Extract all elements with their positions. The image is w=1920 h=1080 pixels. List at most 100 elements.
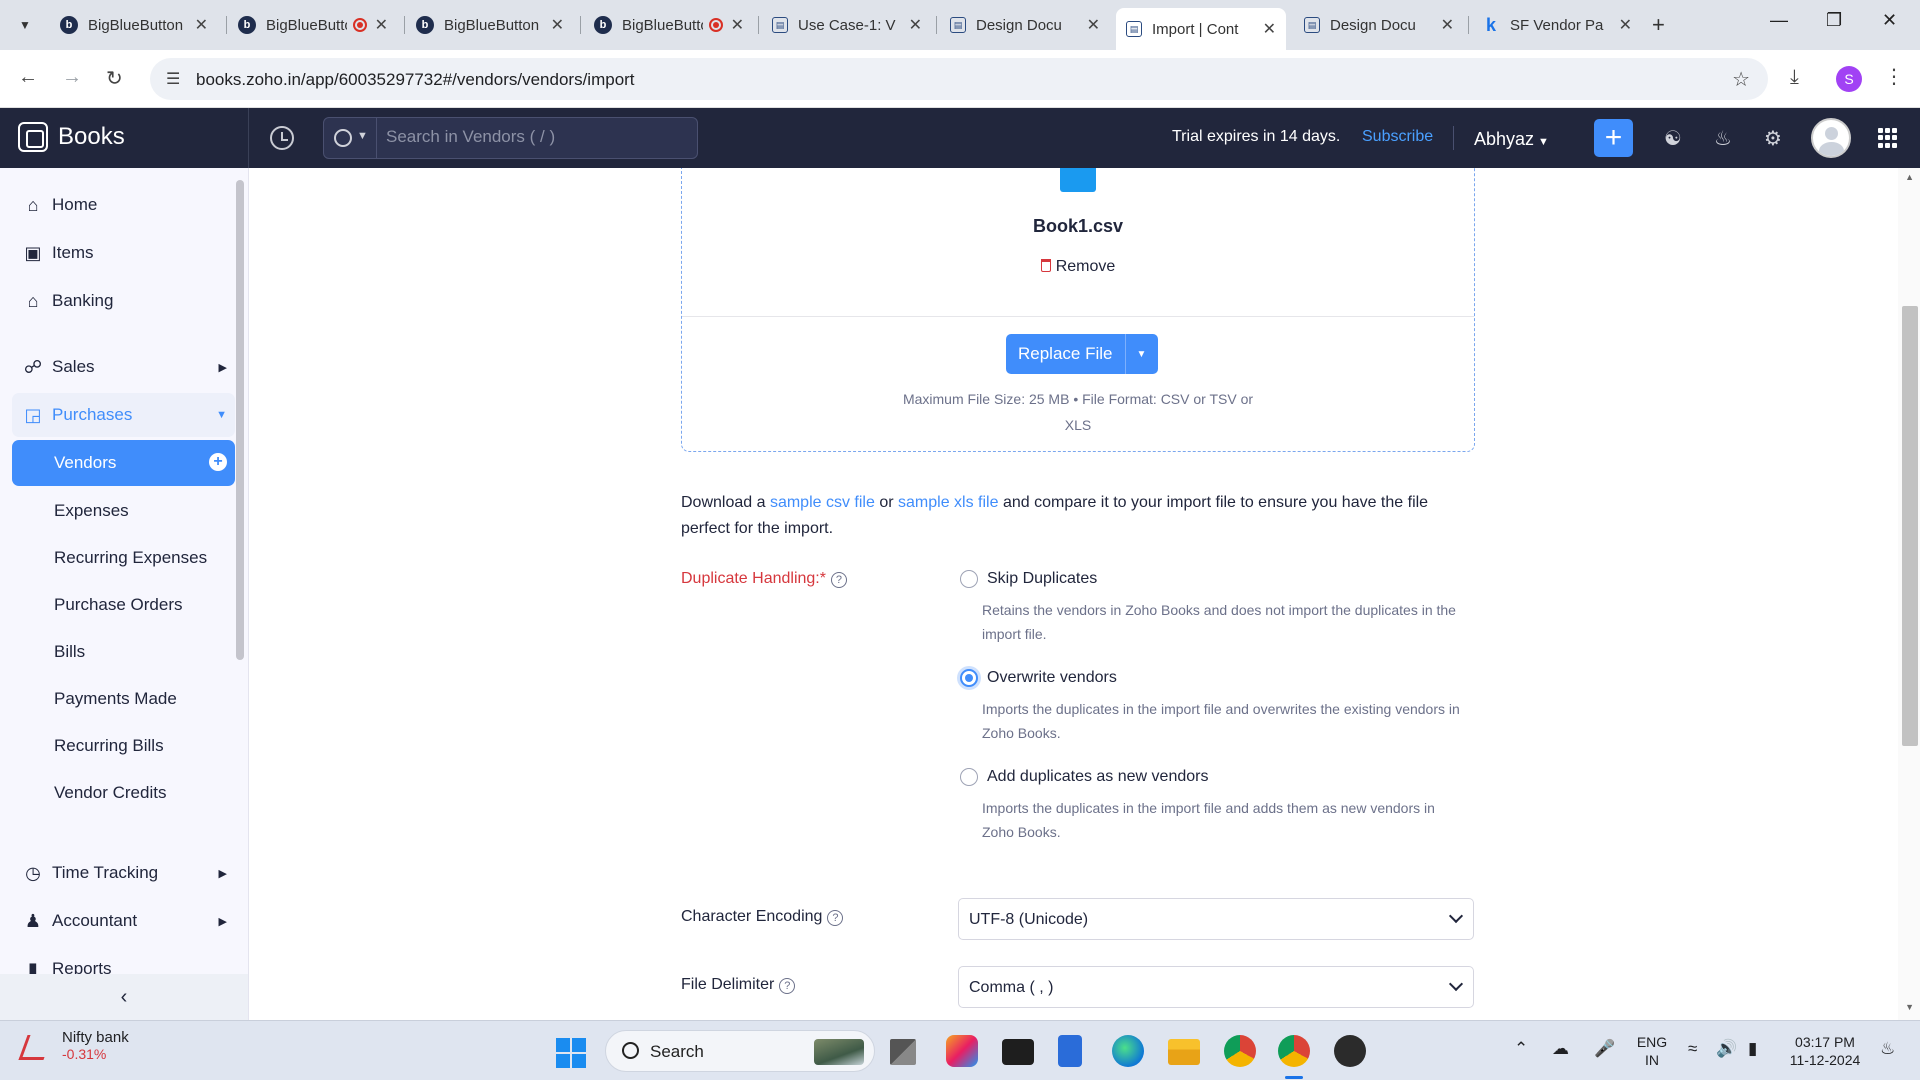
browser-tab[interactable]: ▤ Design Docu ✕ [1294,8,1464,42]
volume-icon[interactable]: 🔊 [1716,1039,1737,1059]
close-tab-icon[interactable]: ✕ [1441,15,1454,35]
stock-ticker-widget[interactable]: Nifty bank -0.31% [20,1029,129,1062]
sidebar-item-accountant[interactable]: ♟ Accountant ▶ [12,899,235,943]
sidebar-item-time-tracking[interactable]: ◷ Time Tracking ▶ [12,851,235,895]
sidebar-item-payments-made[interactable]: Payments Made [54,689,177,709]
reload-icon[interactable]: ↻ [106,66,123,91]
tab-search-chevron-icon[interactable]: ▼ [12,12,38,38]
radio-button[interactable] [960,570,978,588]
show-hidden-icons-chevron[interactable]: ⌃ [1514,1039,1528,1059]
terminal-icon[interactable] [1002,1039,1034,1065]
close-tab-icon[interactable]: ✕ [195,15,208,35]
replace-file-dropdown-icon[interactable]: ▼ [1124,334,1158,374]
wifi-icon[interactable]: ≈ [1688,1039,1697,1059]
gear-icon[interactable]: ⚙ [1764,126,1782,151]
forward-arrow-icon[interactable]: → [62,66,82,89]
browser-tab[interactable]: b BigBlueButton ✕ [406,8,574,42]
recent-history-icon[interactable] [270,126,294,150]
windows-start-icon[interactable] [556,1038,586,1068]
replace-file-button[interactable]: Replace File [1006,334,1125,374]
close-tab-icon[interactable]: ✕ [731,15,744,35]
help-icon[interactable]: ? [827,910,844,926]
sidebar-item-items[interactable]: ▣ Items [12,231,235,275]
chrome-active-icon[interactable] [1278,1035,1310,1067]
notifications-bell-icon[interactable]: ♨ [1880,1039,1895,1059]
add-vendor-plus-icon[interactable]: + [209,453,227,471]
restore-window-icon[interactable]: ❐ [1826,10,1842,31]
onedrive-icon[interactable]: ☁ [1552,1039,1569,1059]
bell-icon[interactable]: ♨ [1714,126,1732,151]
file-delimiter-select[interactable]: Comma ( , ) [958,966,1474,1008]
battery-icon[interactable]: ▮ [1748,1039,1757,1059]
taskbar-search[interactable]: Search [605,1030,875,1072]
sidebar-collapse-button[interactable]: ‹ [0,974,248,1020]
radio-skip-duplicates[interactable]: Skip Duplicates [960,570,1097,588]
file-explorer-icon[interactable] [1168,1039,1200,1065]
radio-add-duplicates[interactable]: Add duplicates as new vendors [960,768,1208,786]
subscribe-link[interactable]: Subscribe [1362,128,1433,146]
radio-button[interactable] [960,768,978,786]
character-encoding-select[interactable]: UTF-8 (Unicode) [958,898,1474,940]
copilot-icon[interactable] [946,1035,978,1067]
remove-file-button[interactable]: Remove [682,258,1474,276]
address-bar[interactable]: ☰ books.zoho.in/app/60035297732#/vendors… [150,58,1768,100]
scroll-down-arrow-icon[interactable]: ▼ [1905,1002,1914,1012]
search-input[interactable] [386,127,686,147]
sidebar-item-expenses[interactable]: Expenses [54,501,129,521]
radio-button-checked[interactable] [960,669,978,687]
apps-grid-icon[interactable] [1878,128,1898,148]
brand-logo[interactable]: Books [18,122,125,152]
back-arrow-icon[interactable]: ← [18,66,38,89]
close-tab-icon[interactable]: ✕ [909,15,922,35]
global-search[interactable]: ▼ [323,117,698,159]
file-dropzone[interactable]: Book1.csv Remove Replace File ▼ Maximum … [681,168,1475,452]
chevron-down-icon[interactable]: ▼ [357,130,368,142]
url-text[interactable]: books.zoho.in/app/60035297732#/vendors/v… [196,70,635,90]
clock-date[interactable]: 03:17 PM 11-12-2024 [1782,1033,1868,1069]
browser-tab[interactable]: ▤ Design Docu ✕ [940,8,1110,42]
sidebar-item-bills[interactable]: Bills [54,642,85,662]
main-scrollbar[interactable]: ▲ ▼ [1898,168,1920,1020]
sidebar-item-purchases[interactable]: ◲ Purchases ▼ [12,393,235,437]
radio-overwrite-vendors[interactable]: Overwrite vendors [960,669,1117,687]
obs-icon[interactable] [1334,1035,1366,1067]
browser-tab[interactable]: b BigBlueButton ✕ [584,8,754,42]
bookmark-star-icon[interactable]: ☆ [1732,67,1750,92]
microphone-icon[interactable]: 🎤 [1594,1039,1615,1059]
sidebar-item-vendor-credits[interactable]: Vendor Credits [54,783,166,803]
language-indicator[interactable]: ENG IN [1634,1033,1670,1069]
user-avatar[interactable] [1811,118,1851,158]
minimize-window-icon[interactable]: — [1770,10,1788,31]
sample-csv-link[interactable]: sample csv file [770,494,875,511]
quick-create-button[interactable]: + [1594,119,1633,157]
help-icon[interactable]: ? [830,572,847,588]
notepad-icon[interactable] [1058,1035,1082,1067]
close-tab-icon[interactable]: ✕ [375,15,388,35]
search-icon[interactable] [334,129,352,147]
sidebar-item-banking[interactable]: ⌂ Banking [12,279,235,323]
close-tab-icon[interactable]: ✕ [1087,15,1100,35]
main-scrollbar-thumb[interactable] [1902,306,1918,746]
sidebar-item-vendors[interactable]: Vendors + [12,440,235,486]
new-tab-plus-icon[interactable]: + [1652,12,1665,38]
help-icon[interactable]: ? [779,978,796,994]
edge-browser-icon[interactable] [1112,1035,1144,1067]
sidebar-item-recurring-bills[interactable]: Recurring Bills [54,736,164,756]
sidebar-item-home[interactable]: ⌂ Home [12,183,235,227]
profile-avatar[interactable]: S [1836,66,1862,92]
browser-tab[interactable]: k SF Vendor Pa ✕ [1472,8,1642,42]
browser-tab[interactable]: b BigBlueButton ✕ [228,8,398,42]
close-window-icon[interactable]: ✕ [1882,10,1897,31]
sidebar-item-recurring-expenses[interactable]: Recurring Expenses [54,548,207,568]
close-tab-icon[interactable]: ✕ [1263,19,1276,39]
close-tab-icon[interactable]: ✕ [1619,15,1632,35]
chrome-icon[interactable] [1224,1035,1256,1067]
browser-tab[interactable]: b BigBlueButton ✕ [50,8,218,42]
browser-menu-icon[interactable]: ⋮ [1884,64,1904,89]
browser-tab-active[interactable]: ▤ Import | Cont ✕ [1116,8,1286,50]
download-icon[interactable]: ⤓ [1790,66,1799,89]
close-tab-icon[interactable]: ✕ [551,15,564,35]
users-icon[interactable]: ☯ [1664,126,1682,151]
sidebar-item-sales[interactable]: ☍ Sales ▶ [12,345,235,389]
org-switcher[interactable]: Abhyaz ▼ [1474,129,1549,150]
